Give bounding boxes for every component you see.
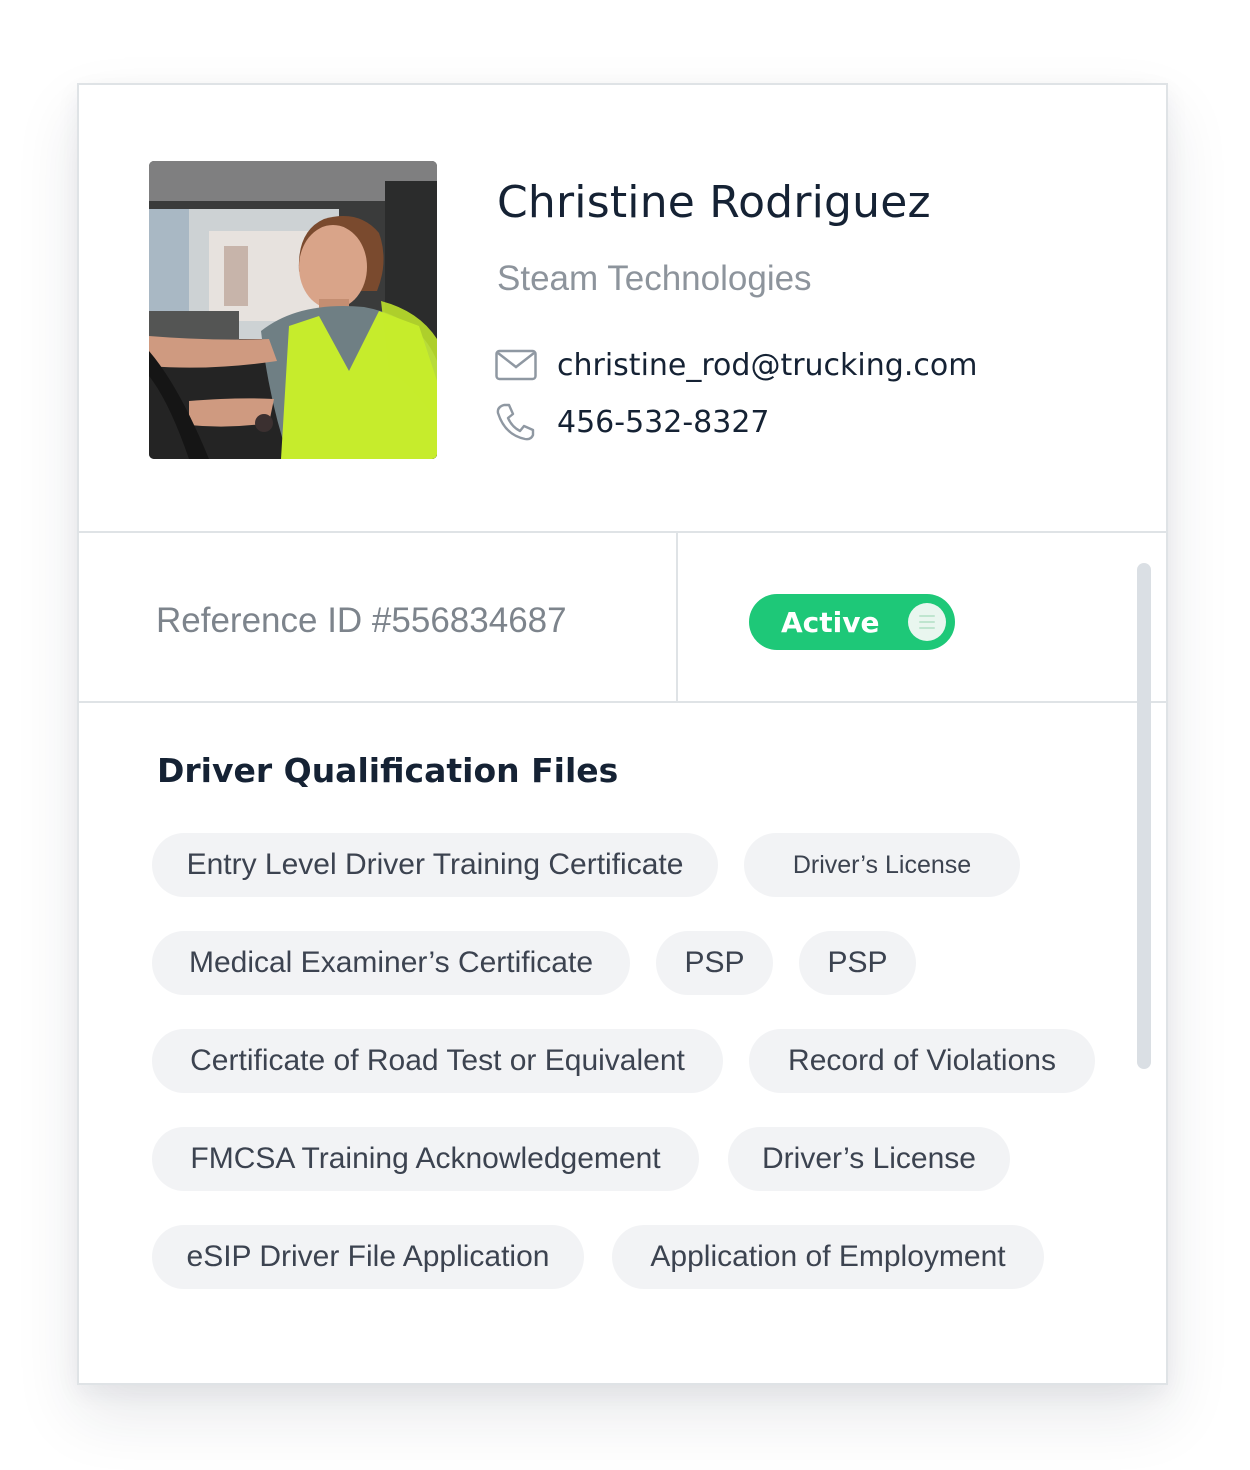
file-chip[interactable]: Application of Employment	[612, 1225, 1044, 1289]
chip-row: eSIP Driver File Application Application…	[152, 1225, 1112, 1289]
email-row[interactable]: christine_rod@trucking.com	[495, 345, 977, 385]
divider	[79, 701, 1166, 703]
status-toggle[interactable]: Active	[749, 594, 955, 650]
chip-row: FMCSA Training Acknowledgement Driver’s …	[152, 1127, 1112, 1191]
divider	[79, 531, 1166, 533]
file-chip[interactable]: Driver’s License	[728, 1127, 1010, 1191]
company-name: Steam Technologies	[497, 259, 812, 298]
phone-icon	[495, 402, 539, 442]
email-address[interactable]: christine_rod@trucking.com	[557, 348, 977, 383]
chip-row: Medical Examiner’s Certificate PSP PSP	[152, 931, 1112, 995]
phone-row[interactable]: 456-532-8327	[495, 402, 770, 442]
file-chip[interactable]: FMCSA Training Acknowledgement	[152, 1127, 699, 1191]
chip-row: Entry Level Driver Training Certificate …	[152, 833, 1112, 897]
status-label: Active	[781, 605, 880, 639]
file-chip[interactable]: Record of Violations	[749, 1029, 1095, 1093]
file-chip[interactable]: Entry Level Driver Training Certificate	[152, 833, 718, 897]
file-chip[interactable]: eSIP Driver File Application	[152, 1225, 584, 1289]
file-chip[interactable]: PSP	[656, 931, 773, 995]
phone-number[interactable]: 456-532-8327	[557, 405, 770, 440]
divider	[676, 531, 678, 703]
profile-section: Christine Rodriguez Steam Technologies c…	[79, 85, 1166, 531]
envelope-icon	[495, 345, 539, 385]
file-chip[interactable]: Medical Examiner’s Certificate	[152, 931, 630, 995]
chip-row: Certificate of Road Test or Equivalent R…	[152, 1029, 1112, 1093]
driver-profile-card: Christine Rodriguez Steam Technologies c…	[77, 83, 1168, 1385]
scrollbar[interactable]	[1137, 563, 1151, 1069]
file-chips: Entry Level Driver Training Certificate …	[152, 833, 1112, 1323]
driver-name: Christine Rodriguez	[497, 177, 931, 228]
file-chip[interactable]: Driver’s License	[744, 833, 1020, 897]
file-chip[interactable]: PSP	[799, 931, 916, 995]
reference-id: Reference ID #556834687	[156, 601, 567, 640]
toggle-knob[interactable]	[908, 603, 946, 641]
file-chip[interactable]: Certificate of Road Test or Equivalent	[152, 1029, 723, 1093]
section-title: Driver Qualification Files	[157, 751, 619, 790]
driver-photo	[149, 161, 437, 459]
